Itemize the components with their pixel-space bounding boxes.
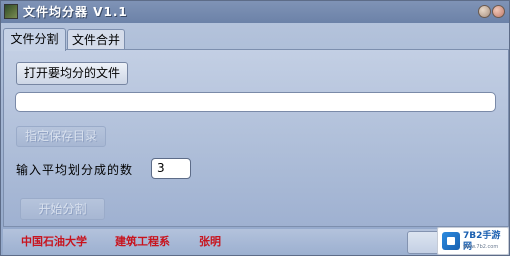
status-bar: 中国石油大学 建筑工程系 张明 <box>3 229 509 255</box>
app-icon <box>4 4 18 19</box>
credit-author: 张明 <box>199 235 221 248</box>
title-bar[interactable]: 文件均分器 V1.1 <box>1 1 509 23</box>
save-dir-button[interactable]: 指定保存目录 <box>16 126 106 147</box>
parts-count-input[interactable]: 3 <box>151 158 191 179</box>
watermark-logo: 7B2手游网 www.7b2.com <box>437 227 509 255</box>
tab-merge[interactable]: 文件合并 <box>67 29 125 50</box>
window-title: 文件均分器 V1.1 <box>23 5 128 19</box>
credit-school: 中国石油大学 <box>21 235 87 248</box>
minimize-button[interactable] <box>478 5 491 18</box>
parts-label: 输入平均划分成的数 <box>16 163 134 177</box>
app-window: 文件均分器 V1.1 文件分割 文件合并 打开要均分的文件 指定保存目录 输入平… <box>0 0 510 256</box>
file-path-field[interactable] <box>15 92 496 112</box>
watermark-icon <box>442 232 460 250</box>
tab-split[interactable]: 文件分割 <box>3 28 66 51</box>
credit-department: 建筑工程系 <box>115 235 170 248</box>
start-split-button[interactable]: 开始分割 <box>20 198 105 220</box>
watermark-sub: www.7b2.com <box>463 244 499 250</box>
close-button[interactable] <box>492 5 505 18</box>
open-file-button[interactable]: 打开要均分的文件 <box>16 62 128 85</box>
split-panel: 打开要均分的文件 指定保存目录 输入平均划分成的数 3 开始分割 <box>3 49 509 227</box>
